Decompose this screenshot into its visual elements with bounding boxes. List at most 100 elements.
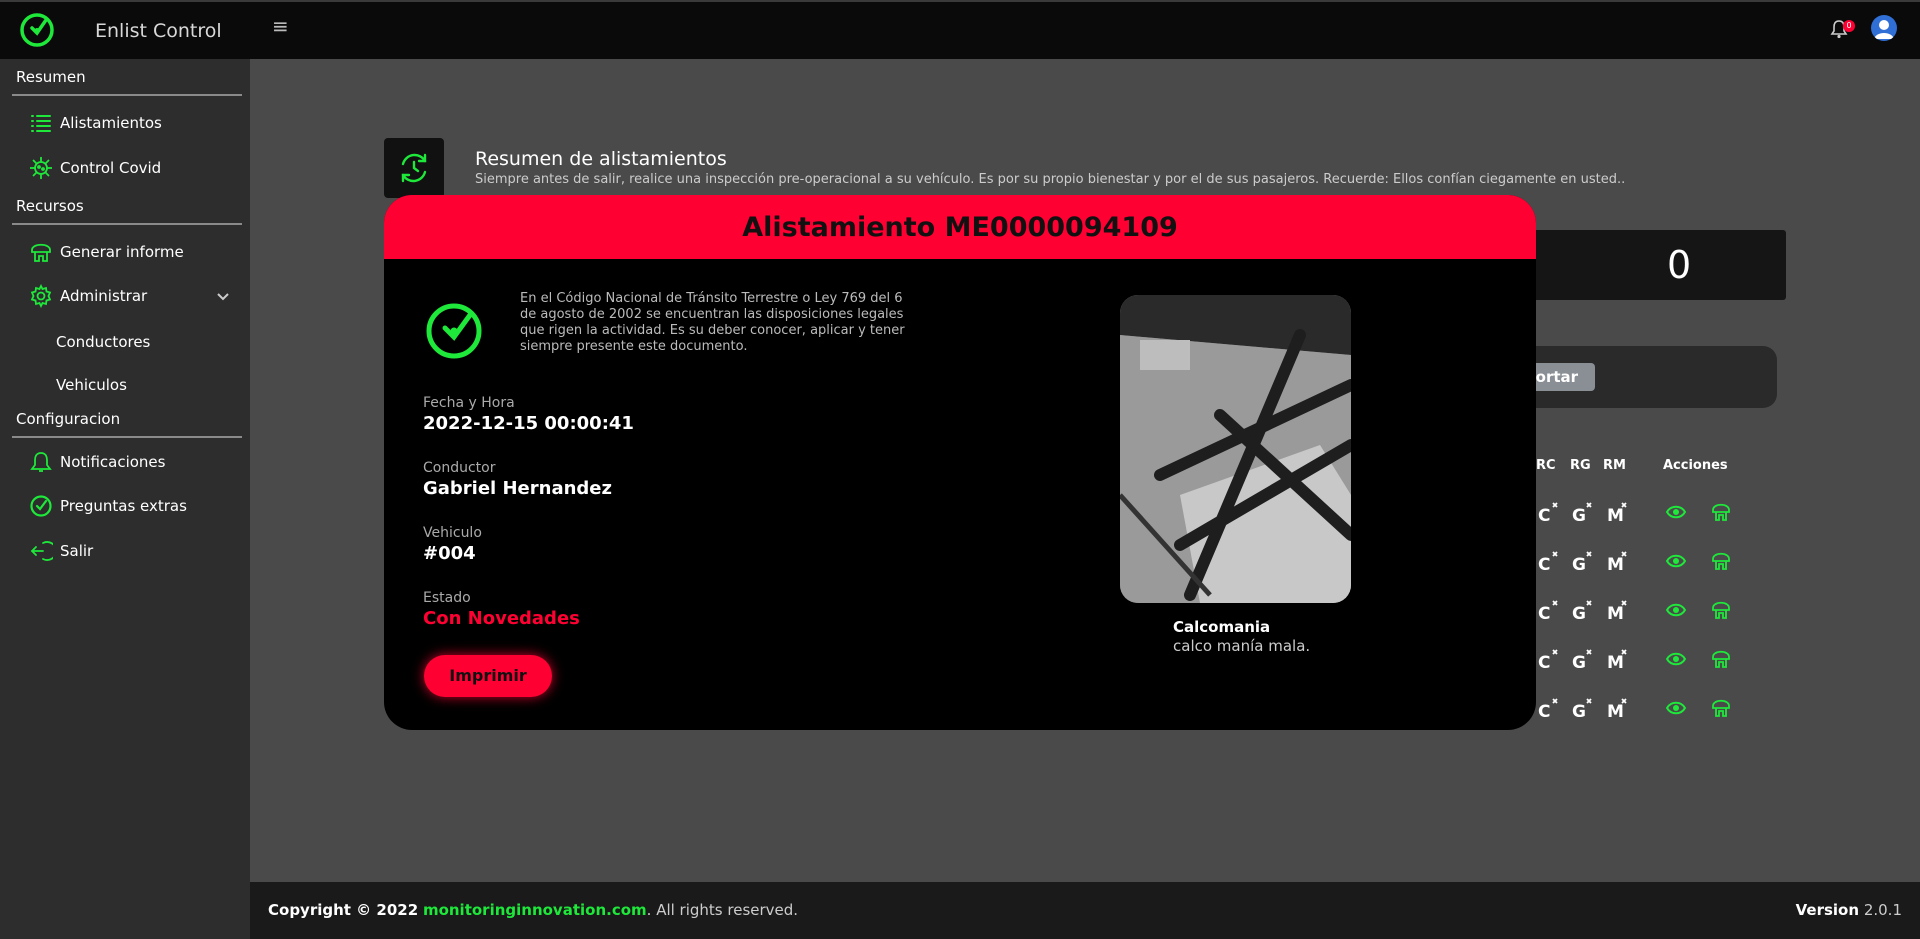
app-name: Enlist Control bbox=[95, 20, 222, 42]
footer-version: Version 2.0.1 bbox=[1796, 901, 1902, 919]
check-icon bbox=[28, 493, 54, 519]
user-avatar[interactable] bbox=[1871, 15, 1897, 41]
rm-x-icon[interactable]: M bbox=[1606, 550, 1628, 572]
rc-x-icon[interactable]: C bbox=[1537, 599, 1559, 621]
section-title-configuracion: Configuracion bbox=[16, 410, 121, 428]
report-icon[interactable] bbox=[1710, 697, 1732, 719]
field-value-vehiculo: #004 bbox=[423, 543, 476, 564]
version-value: 2.0.1 bbox=[1863, 901, 1902, 919]
svg-text:C: C bbox=[1538, 555, 1550, 572]
clock-check-logo-icon[interactable] bbox=[19, 12, 55, 48]
modal-header: Alistamiento ME0000094109 bbox=[384, 195, 1536, 259]
sidebar-item-label: Salir bbox=[60, 542, 94, 560]
rg-x-icon[interactable]: G bbox=[1571, 501, 1593, 523]
photo-title: Calcomania bbox=[1173, 618, 1271, 636]
alistamiento-modal: Alistamiento ME0000094109 En el Código N… bbox=[384, 195, 1536, 730]
rc-x-icon[interactable]: C bbox=[1537, 697, 1559, 719]
view-eye-icon[interactable] bbox=[1665, 599, 1687, 621]
report-icon[interactable] bbox=[1710, 550, 1732, 572]
svg-text:C: C bbox=[1538, 604, 1550, 621]
sidebar-item-preguntas-extras[interactable]: Preguntas extras bbox=[28, 492, 187, 520]
view-eye-icon[interactable] bbox=[1665, 550, 1687, 572]
rights-text: . All rights reserved. bbox=[646, 901, 799, 919]
rm-x-icon[interactable]: M bbox=[1606, 648, 1628, 670]
sidebar-item-label: Alistamientos bbox=[60, 114, 162, 132]
clock-check-logo-icon bbox=[426, 303, 482, 359]
field-value-fecha: 2022-12-15 00:00:41 bbox=[423, 413, 634, 434]
sidebar-item-salir[interactable]: Salir bbox=[28, 537, 93, 565]
sidebar-subitem-conductores[interactable]: Conductores bbox=[56, 333, 150, 351]
svg-text:C: C bbox=[1538, 506, 1550, 523]
svg-text:G: G bbox=[1572, 653, 1586, 670]
divider bbox=[12, 436, 242, 438]
sidebar-item-alistamientos[interactable]: Alistamientos bbox=[28, 109, 162, 137]
report-icon[interactable] bbox=[1710, 501, 1732, 523]
chevron-down-icon[interactable] bbox=[216, 290, 230, 304]
sidebar-item-label: Generar informe bbox=[60, 243, 184, 261]
modal-title: Alistamiento ME0000094109 bbox=[742, 211, 1178, 243]
legal-text: En el Código Nacional de Tránsito Terres… bbox=[520, 291, 905, 354]
sidebar-item-control-covid[interactable]: Control Covid bbox=[28, 154, 161, 182]
svg-text:M: M bbox=[1607, 506, 1624, 523]
svg-text:M: M bbox=[1607, 653, 1624, 670]
page-header-icon bbox=[384, 138, 444, 198]
menu-toggle-icon[interactable]: ≡ bbox=[272, 16, 292, 36]
sidebar-subitem-vehiculos[interactable]: Vehiculos bbox=[56, 376, 127, 394]
table-header-rc: RC bbox=[1536, 458, 1556, 473]
rg-x-icon[interactable]: G bbox=[1571, 648, 1593, 670]
report-icon[interactable] bbox=[1710, 648, 1732, 670]
svg-text:G: G bbox=[1572, 604, 1586, 621]
svg-text:C: C bbox=[1538, 653, 1550, 670]
sidebar-item-administrar[interactable]: Administrar bbox=[28, 282, 147, 310]
rg-x-icon[interactable]: G bbox=[1571, 550, 1593, 572]
rc-x-icon[interactable]: C bbox=[1537, 550, 1559, 572]
field-label-conductor: Conductor bbox=[423, 460, 496, 476]
report-icon bbox=[28, 239, 54, 265]
view-eye-icon[interactable] bbox=[1665, 501, 1687, 523]
sidebar-item-generar-informe[interactable]: Generar informe bbox=[28, 238, 184, 266]
gear-icon bbox=[28, 283, 54, 309]
svg-text:M: M bbox=[1607, 702, 1624, 719]
rg-x-icon[interactable]: G bbox=[1571, 599, 1593, 621]
rg-x-icon[interactable]: G bbox=[1571, 697, 1593, 719]
rc-x-icon[interactable]: C bbox=[1537, 648, 1559, 670]
inspection-photo[interactable] bbox=[1120, 295, 1351, 603]
divider bbox=[12, 223, 242, 225]
divider bbox=[12, 94, 242, 96]
rm-x-icon[interactable]: M bbox=[1606, 599, 1628, 621]
page-subtitle: Siempre antes de salir, realice una insp… bbox=[475, 172, 1626, 187]
view-eye-icon[interactable] bbox=[1665, 648, 1687, 670]
field-value-conductor: Gabriel Hernandez bbox=[423, 478, 612, 499]
sidebar-item-label: Control Covid bbox=[60, 159, 162, 177]
rm-x-icon[interactable]: M bbox=[1606, 697, 1628, 719]
print-button[interactable]: Imprimir bbox=[424, 655, 552, 697]
view-eye-icon[interactable] bbox=[1665, 697, 1687, 719]
footer: Copyright © 2022 monitoringinnovation.co… bbox=[250, 882, 1920, 939]
report-icon[interactable] bbox=[1710, 599, 1732, 621]
svg-text:G: G bbox=[1572, 555, 1586, 572]
footer-link[interactable]: monitoringinnovation.com bbox=[423, 901, 647, 919]
photo-image bbox=[1120, 295, 1351, 603]
svg-text:G: G bbox=[1572, 506, 1586, 523]
svg-text:G: G bbox=[1572, 702, 1586, 719]
svg-text:C: C bbox=[1538, 702, 1550, 719]
copyright-text: Copyright © 2022 bbox=[268, 901, 419, 919]
field-label-estado: Estado bbox=[423, 590, 471, 606]
list-icon bbox=[28, 110, 54, 136]
sidebar: Resumen Alistamientos Control Covid Recu… bbox=[0, 59, 250, 939]
table-header-rg: RG bbox=[1570, 458, 1591, 473]
sidebar-item-label: Administrar bbox=[60, 287, 148, 305]
top-bar: Enlist Control ≡ 0 bbox=[0, 0, 1920, 59]
count-value: 0 bbox=[1667, 243, 1692, 287]
field-label-vehiculo: Vehiculo bbox=[423, 525, 482, 541]
rm-x-icon[interactable]: M bbox=[1606, 501, 1628, 523]
virus-icon bbox=[28, 155, 54, 181]
user-icon bbox=[1874, 20, 1894, 39]
field-label-fecha: Fecha y Hora bbox=[423, 395, 515, 411]
version-label: Version bbox=[1795, 901, 1860, 919]
section-title-recursos: Recursos bbox=[16, 197, 84, 215]
table-header-rm: RM bbox=[1603, 458, 1626, 473]
rc-x-icon[interactable]: C bbox=[1537, 501, 1559, 523]
sidebar-item-label: Notificaciones bbox=[60, 453, 166, 471]
sidebar-item-notificaciones[interactable]: Notificaciones bbox=[28, 448, 165, 476]
